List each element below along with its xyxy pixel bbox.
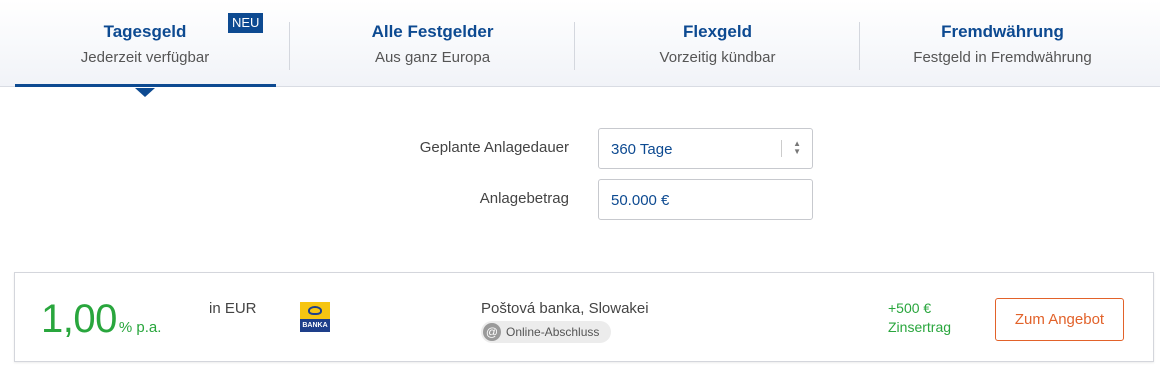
duration-select[interactable]: 360 Tage ▲ ▼ [598,128,813,169]
online-badge: @ Online-Abschluss [481,321,611,343]
new-badge: NEU [228,13,264,33]
online-label: Online-Abschluss [506,325,600,339]
tab-subtitle: Festgeld in Fremdwährung [913,49,1092,66]
select-arrows-icon: ▲ ▼ [793,139,801,156]
offer-card: 1,00% p.a. in EUR BANKA Poštová banka, S… [14,272,1154,362]
duration-label: Geplante Anlagedauer [419,139,569,156]
amount-row: Anlagebetrag 50.000 € [0,179,1160,220]
tab-title: Alle Festgelder [371,22,494,41]
bank-logo-text: BANKA [300,319,330,332]
amount-value: 50.000 € [611,192,670,209]
duration-row: Geplante Anlagedauer 360 Tage ▲ ▼ [0,128,1160,169]
currency: in EUR [209,300,257,317]
amount-label: Anlagebetrag [479,190,569,207]
tab-fremdwaehrung[interactable]: Fremdwährung Festgeld in Fremdwährung [860,0,1145,86]
rate-unit: % p.a. [118,319,162,336]
post-horn-icon [308,306,322,315]
zum-angebot-button[interactable]: Zum Angebot [995,298,1124,341]
interest-rate: 1,00% p.a. [41,297,161,342]
rate-value: 1,00 [41,297,117,341]
tab-subtitle: Vorzeitig kündbar [659,49,776,66]
tab-tagesgeld[interactable]: Tagesgeld Jederzeit verfügbar NEU [0,0,290,97]
interest-amount: +500 € [888,300,932,316]
tab-subtitle: Jederzeit verfügbar [80,49,210,66]
tab-alle-festgelder[interactable]: Alle Festgelder Aus ganz Europa [290,0,575,86]
active-tab-underline [15,84,276,87]
bank-name: Poštová banka, Slowakei [481,300,649,317]
amount-input[interactable]: 50.000 € [598,179,813,220]
tab-subtitle: Aus ganz Europa [374,49,491,66]
interest-label: Zinsertrag [888,319,952,335]
tab-flexgeld[interactable]: Flexgeld Vorzeitig kündbar [575,0,860,86]
duration-selected-value: 360 Tage [611,141,673,158]
interest-income: +500 € Zinsertrag [888,299,951,337]
active-tab-pointer-icon [135,88,155,97]
tab-title: Flexgeld [683,22,752,41]
at-icon: @ [483,323,501,341]
select-divider [781,140,782,157]
bank-logo: BANKA [300,302,330,332]
tab-title: Fremdwährung [941,22,1064,41]
product-tabs: Tagesgeld Jederzeit verfügbar NEU Alle F… [0,0,1160,97]
